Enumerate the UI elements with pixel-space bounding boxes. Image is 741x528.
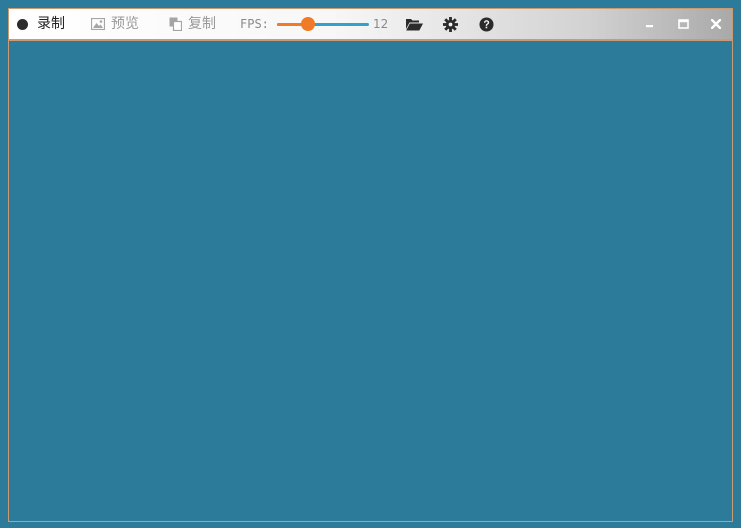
close-icon xyxy=(711,19,721,29)
preview-button[interactable]: 预览 xyxy=(91,9,139,39)
record-button[interactable]: 录制 xyxy=(17,9,65,39)
fps-slider[interactable] xyxy=(277,17,369,31)
capture-area xyxy=(9,41,732,521)
image-icon xyxy=(91,18,105,30)
minimize-button[interactable] xyxy=(638,12,662,36)
toolbar: 录制 预览 复制 FPS: 12 xyxy=(9,9,732,41)
close-button[interactable] xyxy=(704,12,728,36)
settings-button[interactable] xyxy=(440,14,460,34)
gear-icon xyxy=(442,16,458,32)
minimize-icon xyxy=(645,19,655,29)
maximize-icon xyxy=(677,19,689,29)
copy-button[interactable]: 复制 xyxy=(169,9,216,39)
fps-label: FPS: xyxy=(240,17,269,31)
recorder-window: 录制 预览 复制 FPS: 12 xyxy=(8,8,733,522)
copy-label: 复制 xyxy=(188,16,216,32)
record-label: 录制 xyxy=(37,16,65,32)
folder-open-icon xyxy=(405,18,423,31)
help-icon xyxy=(478,16,494,32)
preview-label: 预览 xyxy=(111,16,139,32)
open-folder-button[interactable] xyxy=(404,14,424,34)
maximize-button[interactable] xyxy=(671,12,695,36)
help-button[interactable] xyxy=(476,14,496,34)
record-dot-icon xyxy=(17,18,28,30)
fps-value: 12 xyxy=(373,17,389,31)
copy-icon xyxy=(169,17,182,31)
fps-slider-thumb[interactable] xyxy=(301,17,315,31)
